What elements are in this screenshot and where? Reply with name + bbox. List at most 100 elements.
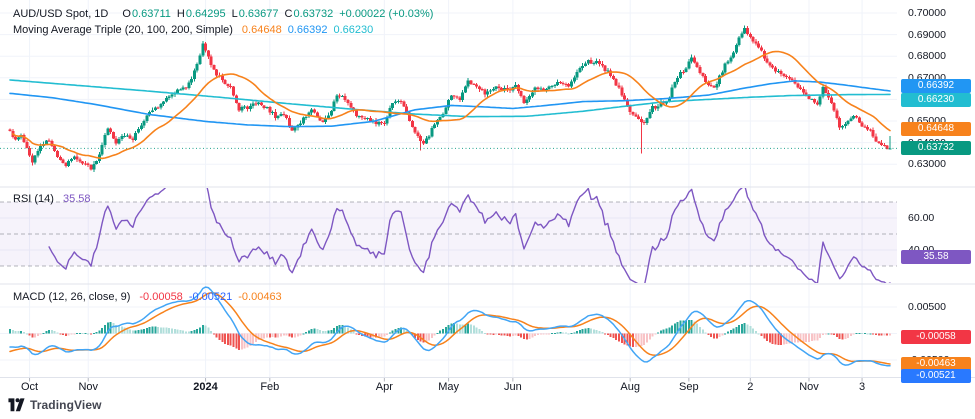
candle-body (754, 42, 757, 44)
macd-hist-bar (98, 330, 100, 333)
macd-hist-bar (872, 334, 874, 335)
macd-hist-bar (29, 334, 31, 336)
macd-hist-bar (425, 334, 427, 342)
candle-wick (607, 68, 608, 72)
candle-body (525, 100, 528, 103)
candle-body (679, 72, 682, 78)
macd-hist-bar (735, 327, 737, 334)
candle-wick (890, 136, 891, 149)
candle-body (243, 107, 246, 108)
rsi-legend-row[interactable]: RSI (14)35.58 (13, 192, 91, 206)
candle-body (648, 112, 651, 118)
candle-body (537, 87, 540, 89)
macd-hist-bar (506, 334, 508, 336)
macd-hist-bar (562, 332, 564, 333)
candle-body (657, 106, 660, 108)
candle-body (333, 102, 336, 111)
ma100-value: 0.66392 (288, 24, 328, 36)
candle-body (293, 128, 296, 131)
macd-hist-bar (193, 330, 195, 333)
candle-body (777, 71, 780, 72)
candle-body (654, 106, 657, 109)
macd-hist-bar (565, 333, 567, 334)
candle-body (844, 124, 847, 126)
macd-hist-bar (9, 329, 11, 333)
candle-body (263, 105, 266, 108)
macd-hist-bar (526, 334, 528, 340)
candle-body (416, 133, 419, 137)
macd-hist-bar (548, 334, 550, 335)
candle-body (56, 151, 59, 157)
candle-body (807, 96, 810, 99)
candle-body (469, 81, 472, 84)
candle-body (171, 95, 174, 97)
candle-wick (800, 85, 801, 90)
candle-body (676, 78, 679, 82)
candle-body (67, 161, 70, 166)
macd-hist-bar (867, 333, 869, 334)
candle-body (34, 156, 37, 163)
macd-hist-bar (386, 334, 388, 336)
candle-body (464, 86, 467, 92)
candle-body (788, 77, 791, 78)
candle-body (62, 160, 65, 163)
candle-body (335, 95, 338, 101)
macd-hist-bar (70, 334, 72, 335)
macd-hist-bar (163, 328, 165, 334)
candle-body (383, 123, 386, 124)
macd-hist-bar (132, 331, 134, 334)
candle-body (87, 164, 90, 165)
tradingview-logo[interactable]: TradingView (8, 398, 102, 412)
macd-legend-row[interactable]: MACD (12, 26, close, 9)-0.00058-0.00521-… (13, 290, 282, 304)
candle-body (377, 122, 380, 124)
macd-hist-bar (604, 334, 606, 335)
macd-hist-bar (559, 332, 561, 333)
macd-hist-bar (470, 325, 472, 334)
chart-canvas[interactable] (0, 0, 975, 419)
candle-body (266, 107, 269, 108)
candle-body (687, 61, 690, 68)
ma-triple-legend-row[interactable]: Moving Average Triple (20, 100, 200, Sim… (13, 23, 373, 37)
candle-body (302, 118, 305, 124)
macd-hist-bar (657, 333, 659, 334)
macd-hist-bar (389, 333, 391, 334)
macd-line-badge: -0.00521 (901, 369, 971, 383)
macd-hist-bar (322, 331, 324, 334)
candle-body (497, 86, 500, 88)
candle-body (760, 48, 763, 51)
open-label: O (122, 8, 131, 20)
macd-hist-bar (280, 334, 282, 337)
macd-hist-bar (668, 328, 670, 334)
macd-hist-bar (216, 334, 218, 338)
symbol-legend-row[interactable]: AUD/USD Spot, 1DO0.63711H0.64295L0.63677… (13, 7, 433, 21)
macd-hist-bar (129, 329, 131, 333)
candle-body (559, 82, 562, 83)
macd-hist-bar (79, 333, 81, 334)
macd-hist-bar (73, 334, 75, 335)
macd-hist-bar (154, 327, 156, 334)
candle-body (729, 58, 732, 62)
macd-hist-bar (473, 326, 475, 334)
macd-line-value: -0.00521 (189, 291, 232, 303)
candle-body (749, 34, 752, 37)
rsi-value: 35.58 (63, 193, 91, 205)
candle-body (858, 118, 861, 123)
macd-hist-bar (710, 334, 712, 338)
candle-body (631, 112, 634, 114)
candle-body (212, 65, 215, 69)
macd-hist-bar (87, 333, 89, 334)
macd-hist-bar (274, 334, 276, 338)
candle-body (475, 85, 478, 87)
price-scale-axis[interactable] (900, 0, 975, 377)
macd-hist-bar (649, 334, 651, 340)
candle-body (861, 123, 864, 127)
candle-body (279, 114, 282, 116)
candle-body (363, 118, 366, 119)
candle-body (556, 82, 559, 85)
macd-hist-bar (174, 329, 176, 333)
candle-body (771, 66, 774, 68)
candle-body (419, 136, 422, 141)
macd-hist-bar (593, 329, 595, 333)
macd-hist-bar (308, 330, 310, 333)
time-scale-axis[interactable] (0, 378, 900, 398)
